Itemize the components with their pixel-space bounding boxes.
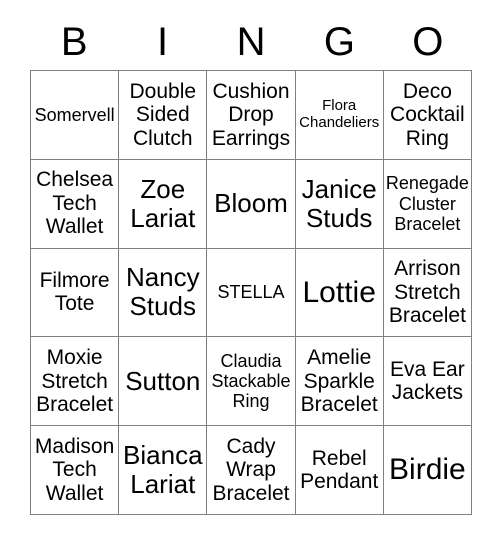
bingo-cell[interactable]: Renegade Cluster Bracelet bbox=[383, 159, 472, 249]
header-letter-n: N bbox=[236, 20, 266, 64]
bingo-cell[interactable]: Bloom bbox=[207, 159, 296, 249]
bingo-cell[interactable]: Madison Tech Wallet bbox=[31, 426, 120, 515]
bingo-cell-label: Moxie Stretch Bracelet bbox=[36, 346, 114, 417]
bingo-cell-label: Amelie Sparkle Bracelet bbox=[300, 346, 378, 417]
bingo-cell[interactable]: Claudia Stackable Ring bbox=[207, 337, 296, 427]
bingo-cell-label: Flora Chandeliers bbox=[299, 97, 380, 131]
bingo-cell[interactable]: Flora Chandeliers bbox=[295, 71, 384, 160]
bingo-cell-label: Renegade Cluster Bracelet bbox=[385, 173, 469, 234]
bingo-cell-label: Janice Studs bbox=[301, 173, 377, 233]
bingo-cell-label: Lottie bbox=[302, 275, 376, 309]
bingo-cell[interactable]: Nancy Studs bbox=[119, 248, 208, 338]
bingo-cell[interactable]: Birdie bbox=[383, 426, 472, 515]
bingo-cell[interactable]: Filmore Tote bbox=[31, 248, 120, 338]
bingo-cell-label: Chelsea Tech Wallet bbox=[36, 168, 114, 239]
bingo-cell[interactable]: Cushion Drop Earrings bbox=[207, 71, 296, 160]
header-letter-b: B bbox=[60, 20, 88, 64]
bingo-cell-label: Madison Tech Wallet bbox=[34, 434, 115, 505]
bingo-cell[interactable]: Eva Ear Jackets bbox=[383, 337, 472, 427]
bingo-cell[interactable]: Somervell bbox=[31, 71, 120, 160]
bingo-cell[interactable]: STELLA bbox=[207, 248, 296, 338]
header-letter-g: G bbox=[323, 20, 355, 64]
bingo-cell[interactable]: Janice Studs bbox=[295, 159, 384, 249]
bingo-cell-label: Bloom bbox=[214, 188, 288, 219]
bingo-cell-label: Nancy Studs bbox=[125, 262, 200, 322]
bingo-cell[interactable]: Amelie Sparkle Bracelet bbox=[295, 337, 384, 427]
bingo-cell[interactable]: Lottie bbox=[295, 248, 384, 338]
bingo-cell-label: STELLA bbox=[217, 282, 285, 303]
bingo-cell[interactable]: Chelsea Tech Wallet bbox=[31, 159, 120, 249]
bingo-cell-label: Arrison Stretch Bracelet bbox=[388, 257, 466, 328]
bingo-cell[interactable]: Double Sided Clutch bbox=[119, 71, 208, 160]
bingo-cell[interactable]: Deco Cocktail Ring bbox=[383, 71, 472, 160]
bingo-cell-label: Cushion Drop Earrings bbox=[211, 79, 291, 150]
bingo-cell-label: Zoe Lariat bbox=[130, 173, 196, 233]
bingo-cell[interactable]: Bianca Lariat bbox=[119, 426, 208, 515]
bingo-cell-label: Cady Wrap Bracelet bbox=[212, 434, 290, 505]
bingo-cell-label: Filmore Tote bbox=[39, 268, 110, 316]
bingo-card: B I N G O Somervell Double Sided Clutch … bbox=[0, 0, 500, 544]
bingo-cell-label: Double Sided Clutch bbox=[129, 79, 197, 150]
bingo-cell-label: Rebel Pendant bbox=[300, 446, 379, 494]
bingo-cell-label: Sutton bbox=[125, 365, 201, 396]
bingo-cell[interactable]: Rebel Pendant bbox=[295, 426, 384, 515]
bingo-cell[interactable]: Zoe Lariat bbox=[119, 159, 208, 249]
bingo-cell-label: Deco Cocktail Ring bbox=[390, 79, 465, 150]
bingo-grid: Somervell Double Sided Clutch Cushion Dr… bbox=[30, 70, 472, 515]
bingo-cell-label: Eva Ear Jackets bbox=[390, 357, 465, 405]
header-letter-i: I bbox=[157, 20, 169, 64]
bingo-cell-label: Somervell bbox=[34, 104, 115, 125]
bingo-cell-label: Bianca Lariat bbox=[123, 439, 203, 500]
bingo-cell-label: Claudia Stackable Ring bbox=[211, 351, 291, 412]
bingo-cell-label: Birdie bbox=[389, 453, 466, 487]
header-letter-o: O bbox=[412, 20, 444, 64]
bingo-header-row: B I N G O bbox=[30, 14, 472, 70]
bingo-cell[interactable]: Sutton bbox=[119, 337, 208, 427]
bingo-cell[interactable]: Cady Wrap Bracelet bbox=[207, 426, 296, 515]
bingo-cell[interactable]: Arrison Stretch Bracelet bbox=[383, 248, 472, 338]
bingo-cell[interactable]: Moxie Stretch Bracelet bbox=[31, 337, 120, 427]
